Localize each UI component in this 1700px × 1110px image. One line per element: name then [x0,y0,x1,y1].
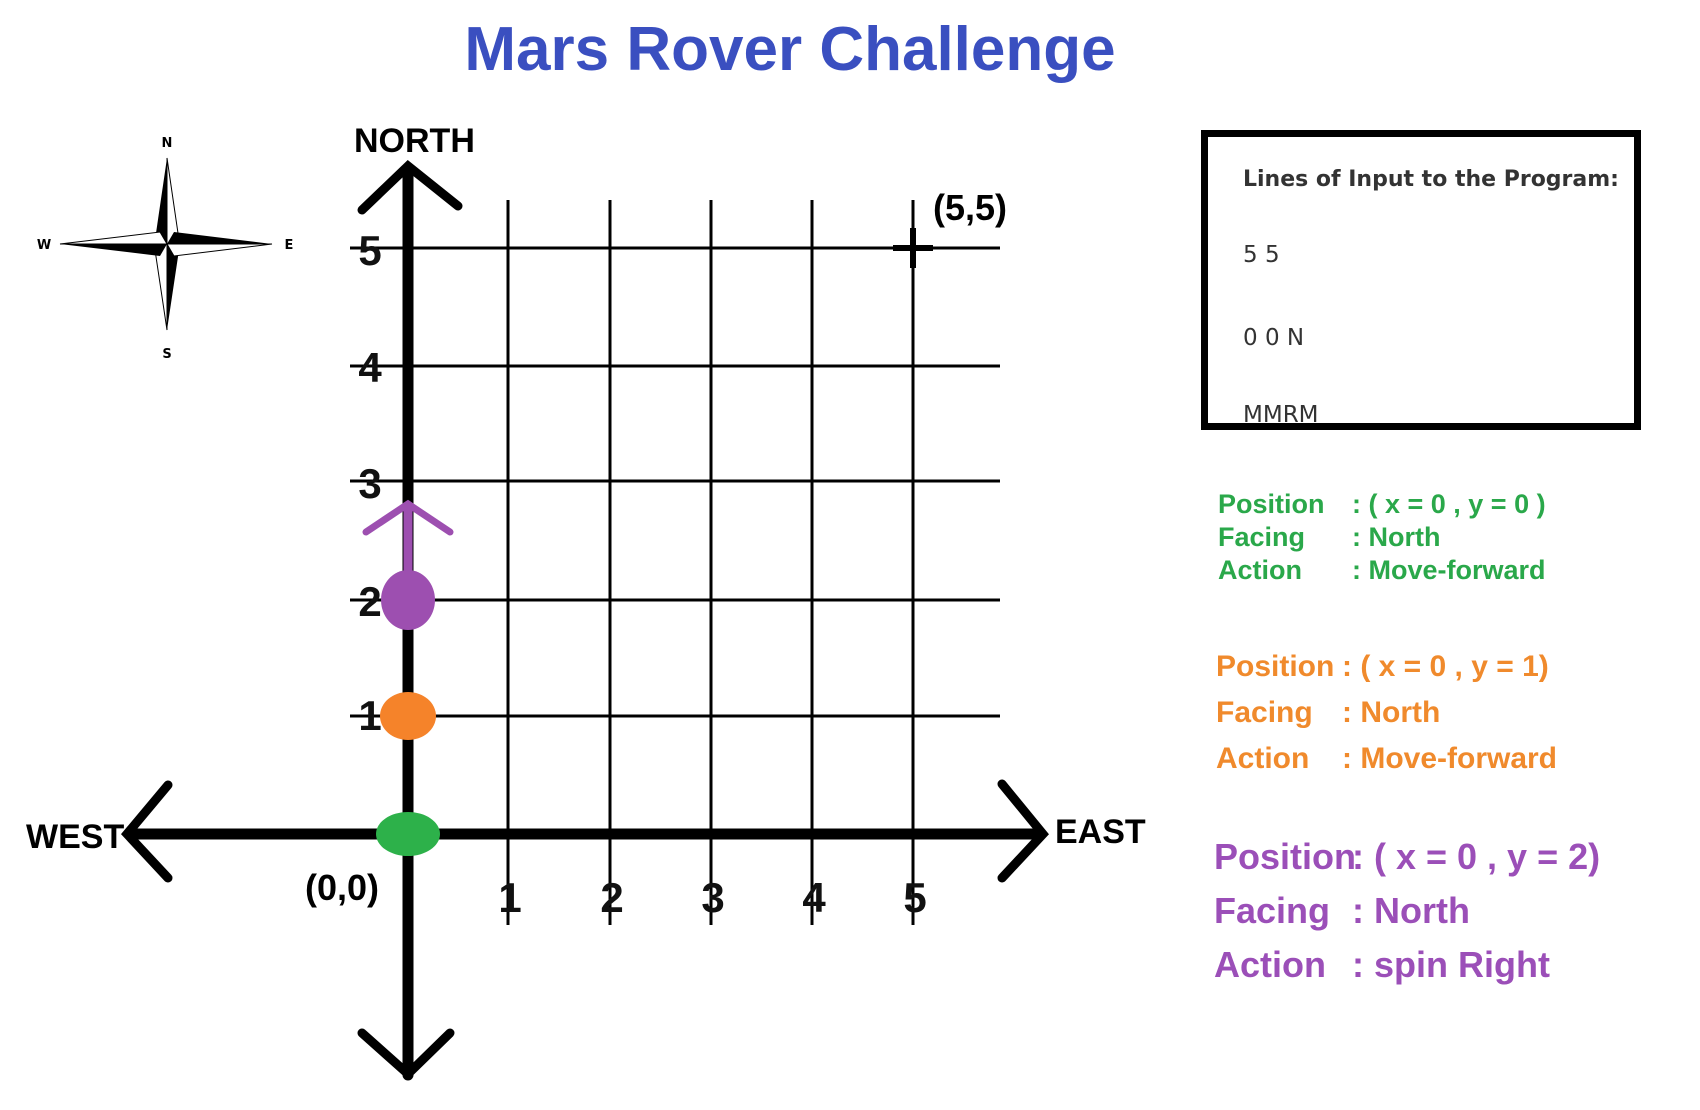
input-line-grid-size: 5 5 [1243,242,1280,268]
y-tick-label: 5 [358,227,381,274]
north-axis-label: NORTH [354,122,475,160]
action-value: : Move-forward [1342,742,1558,775]
action-value: : spin Right [1352,944,1550,985]
position-label: Position [1216,650,1335,683]
compass-east-label: E [285,238,294,253]
state-step-1: Position: ( x = 0 , y = 1) Facing : North… [1216,644,1557,782]
origin-label: (0,0) [305,867,379,908]
state-step-2: Position: ( x = 0 , y = 2) Facing : North… [1214,830,1600,992]
compass-icon: N S W E [37,136,294,362]
x-tick-label: 2 [600,874,623,921]
position-value: : ( x = 0 , y = 2) [1352,836,1601,877]
grid-lines [350,200,1000,925]
position-label: Position [1214,836,1356,877]
action-label: Action [1214,944,1326,985]
position-label: Position [1218,489,1325,519]
y-tick-label: 3 [358,460,381,507]
corner-marker [893,228,933,268]
facing-label: Facing [1218,522,1306,552]
compass-west-label: W [37,238,51,253]
input-line-commands: MMRM [1243,402,1319,428]
x-tick-label: 4 [802,874,826,921]
y-tick-label: 1 [358,692,381,739]
y-tick-label: 2 [358,578,381,625]
compass-south-label: S [162,347,171,362]
facing-label: Facing [1216,696,1313,729]
program-input-panel: Lines of Input to the Program: 5 5 0 0 N… [1201,130,1641,430]
position-value: : ( x = 0 , y = 0 ) [1352,489,1546,519]
compass-north-label: N [162,136,173,151]
west-axis-label: WEST [26,818,124,856]
x-tick-label: 3 [701,874,724,921]
y-tick-label: 4 [358,344,382,391]
facing-value: : North [1352,522,1441,552]
action-label: Action [1216,742,1310,775]
action-label: Action [1218,555,1302,585]
east-axis-label: EAST [1055,813,1146,851]
facing-value: : North [1342,696,1441,729]
x-tick-label: 1 [498,874,521,921]
rover-marker-start [376,812,440,856]
facing-value: : North [1352,890,1470,931]
x-tick-label: 5 [903,874,926,921]
facing-label: Facing [1214,890,1331,931]
rover-marker-step1 [380,692,436,740]
state-step-0: Position : ( x = 0 , y = 0 ) Facing : Nort… [1218,488,1546,587]
axes [120,160,1049,1081]
input-heading: Lines of Input to the Program: [1243,167,1619,192]
rover-marker-step2 [381,570,435,630]
action-value: : Move-forward [1352,555,1546,585]
corner-label: (5,5) [933,187,1007,228]
position-value: : ( x = 0 , y = 1) [1342,650,1549,683]
input-line-start-position: 0 0 N [1243,325,1305,351]
